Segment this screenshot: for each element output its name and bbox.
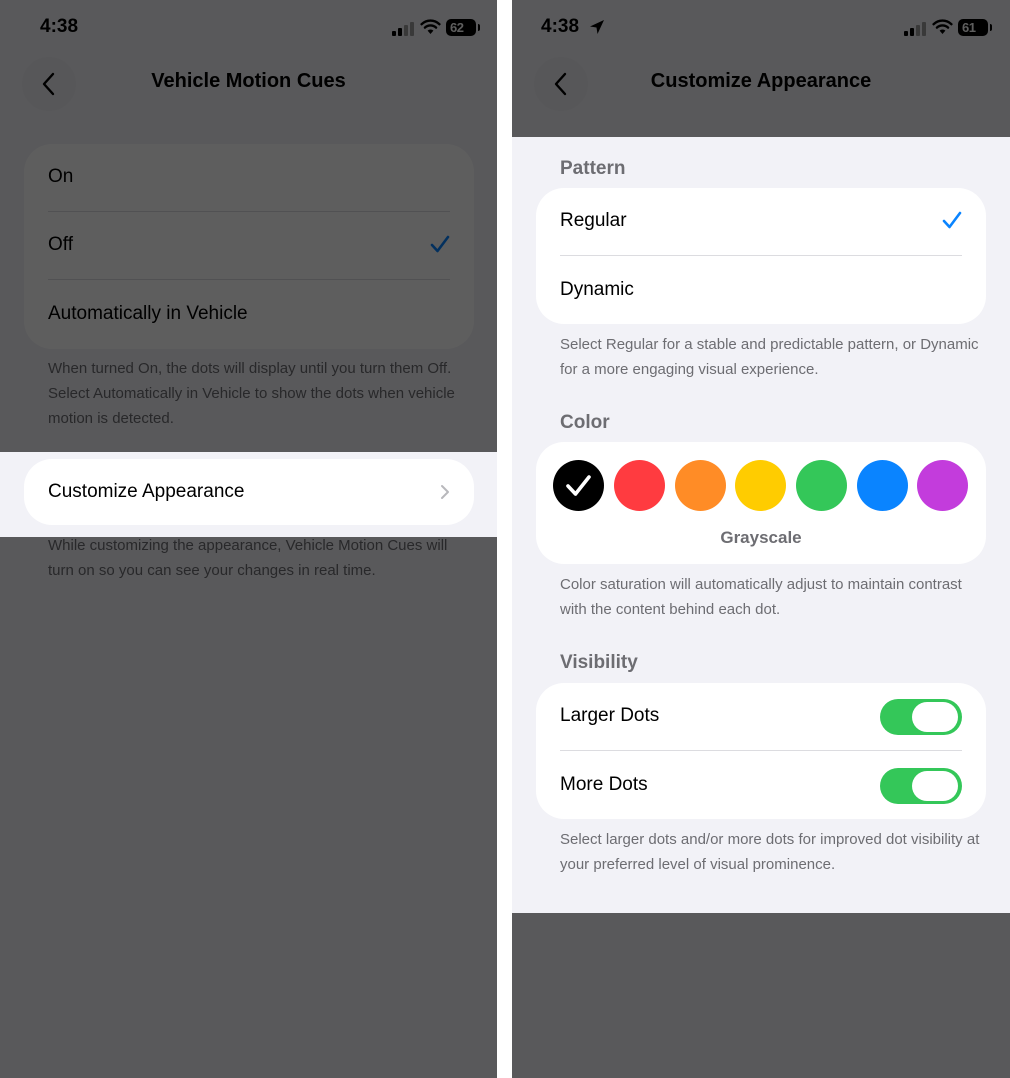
option-dynamic[interactable]: Dynamic (560, 257, 962, 325)
color-swatch-green[interactable] (796, 460, 847, 511)
vehicle-motion-cues-screen: 4:38 62 Vehicle Motion Cues On Off Autom… (0, 0, 497, 1078)
toggle-knob (912, 771, 958, 801)
toggle-row-more-dots: More Dots (560, 752, 962, 820)
option-label: Regular (560, 210, 627, 231)
option-regular[interactable]: Regular (560, 188, 962, 256)
pattern-footnote: Select Regular for a stable and predicta… (560, 336, 979, 378)
customize-appearance-label: Customize Appearance (48, 481, 245, 502)
color-swatch-red[interactable] (614, 460, 665, 511)
wifi-icon (932, 19, 953, 34)
toggle-knob (912, 702, 958, 732)
option-label: On (48, 166, 74, 187)
customize-appearance-screen: 4:38 61 Customize Appearance Pattern Reg… (512, 0, 1010, 1078)
larger-dots-toggle[interactable] (880, 699, 962, 735)
option-automatically-in-vehicle[interactable]: Automatically in Vehicle (48, 281, 450, 349)
page-title: Vehicle Motion Cues (151, 70, 346, 92)
divider (560, 750, 962, 751)
option-on[interactable]: On (48, 144, 450, 212)
customize-appearance-row[interactable]: Customize Appearance (24, 459, 474, 525)
color-swatch-orange[interactable] (675, 460, 726, 511)
screenshot-stage: 4:38 62 Vehicle Motion Cues On Off Autom… (0, 0, 1010, 1078)
checkmark-icon (430, 235, 450, 253)
panel-separator (497, 0, 512, 1078)
dim-overlay (0, 537, 497, 1078)
cellular-signal-icon (904, 22, 926, 36)
option-off[interactable]: Off (48, 212, 450, 280)
toggle-row-larger-dots: Larger Dots (560, 683, 962, 751)
color-swatch-grayscale[interactable] (553, 460, 604, 511)
divider (48, 279, 450, 280)
section-header-color: Color (560, 412, 610, 433)
pattern-options-group: Regular Dynamic (536, 188, 986, 324)
options-footnote: When turned On, the dots will display un… (48, 360, 455, 427)
customize-footnote: While customizing the appearance, Vehicl… (48, 537, 448, 579)
color-swatch-blue[interactable] (857, 460, 908, 511)
dim-overlay (512, 913, 1010, 1078)
visibility-footnote: Select larger dots and/or more dots for … (560, 831, 980, 873)
location-arrow-icon (590, 20, 604, 34)
status-time: 4:38 (40, 16, 79, 37)
color-swatch-purple[interactable] (917, 460, 968, 511)
option-label: Off (48, 234, 73, 255)
section-header-pattern: Pattern (560, 158, 626, 179)
section-header-visibility: Visibility (560, 652, 638, 673)
status-bar: 4:38 61 (512, 14, 1010, 42)
status-time: 4:38 (541, 16, 580, 37)
motion-cues-options-group: On Off Automatically in Vehicle (24, 144, 474, 349)
option-label: Dynamic (560, 279, 634, 300)
toggle-label: More Dots (560, 774, 648, 795)
selected-color-name: Grayscale (720, 528, 802, 547)
divider (560, 255, 962, 256)
battery-icon: 61 (958, 19, 992, 36)
status-bar: 4:38 62 (0, 14, 497, 42)
option-label: Automatically in Vehicle (48, 303, 248, 324)
battery-icon: 62 (446, 19, 480, 36)
toggle-label: Larger Dots (560, 705, 660, 726)
checkmark-icon (566, 475, 591, 496)
more-dots-toggle[interactable] (880, 768, 962, 804)
wifi-icon (420, 19, 441, 34)
visibility-options-group: Larger Dots More Dots (536, 683, 986, 819)
cellular-signal-icon (392, 22, 414, 36)
color-footnote: Color saturation will automatically adju… (560, 576, 962, 618)
page-title: Customize Appearance (650, 70, 872, 92)
checkmark-icon (942, 211, 962, 229)
color-swatch-yellow[interactable] (735, 460, 786, 511)
color-picker-group: Grayscale (536, 442, 986, 564)
chevron-right-icon (441, 485, 449, 499)
